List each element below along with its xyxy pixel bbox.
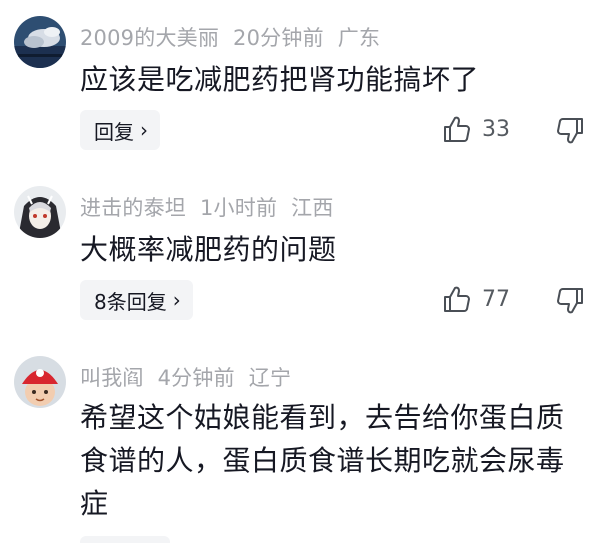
location: 辽宁 <box>248 366 292 390</box>
thumbs-up-icon <box>444 116 470 142</box>
reply-label: 8条回复 <box>94 289 167 314</box>
timestamp: 4分钟前 <box>157 366 235 390</box>
dislike-button[interactable] <box>554 116 586 150</box>
username[interactable]: 叫我阎 <box>80 366 144 390</box>
timestamp: 20分钟前 <box>233 26 324 50</box>
chevron-right-icon: › <box>140 118 148 142</box>
comment-text: 希望这个姑娘能看到，去告给你蛋白质食谱的人，蛋白质食谱长期吃就会尿毒症 <box>80 401 565 520</box>
thumbs-down-icon <box>557 288 583 314</box>
comment-item: 叫我阎 4分钟前 辽宁 希望这个姑娘能看到，去告给你蛋白质食谱的人，蛋白质食谱长期吃… <box>0 340 600 543</box>
timestamp: 1小时前 <box>200 196 278 220</box>
comment-meta: 叫我阎 4分钟前 辽宁 <box>80 362 305 392</box>
like-count: 77 <box>482 286 510 312</box>
location: 广东 <box>337 26 381 50</box>
comment-item: 进击的泰坦 1小时前 江西 大概率减肥药的问题 8条回复 › 77 <box>0 170 600 340</box>
username[interactable]: 2009的大美丽 <box>80 26 219 50</box>
comment-meta: 2009的大美丽 20分钟前 广东 <box>80 22 394 52</box>
comment-item: 2009的大美丽 20分钟前 广东 应该是吃减肥药把肾功能搞坏了 回复 › 33 <box>0 0 600 170</box>
chevron-right-icon: › <box>172 288 181 312</box>
baby-red-hat-avatar-icon <box>14 356 66 408</box>
dislike-button[interactable] <box>554 286 586 320</box>
avatar[interactable] <box>14 186 66 238</box>
reply-button-partial[interactable] <box>80 536 170 543</box>
anime-character-avatar-icon <box>14 186 66 238</box>
reply-button[interactable]: 回复 › <box>80 110 160 150</box>
comment-text: 应该是吃减肥药把肾功能搞坏了 <box>80 63 480 96</box>
thumbs-up-icon <box>444 286 470 312</box>
comment-meta: 进击的泰坦 1小时前 江西 <box>80 192 348 222</box>
cloud-sky-avatar-icon <box>14 16 66 68</box>
like-button[interactable]: 77 <box>442 284 510 314</box>
reply-button[interactable]: 8条回复 › <box>80 280 193 320</box>
avatar[interactable] <box>14 356 66 408</box>
location: 江西 <box>291 196 334 220</box>
like-count: 33 <box>482 116 510 142</box>
avatar[interactable] <box>14 16 66 68</box>
username[interactable]: 进击的泰坦 <box>80 196 186 220</box>
reply-label: 回复 <box>94 119 134 144</box>
thumbs-down-icon <box>557 118 583 144</box>
like-button[interactable]: 33 <box>442 114 510 144</box>
comment-text: 大概率减肥药的问题 <box>80 233 337 266</box>
